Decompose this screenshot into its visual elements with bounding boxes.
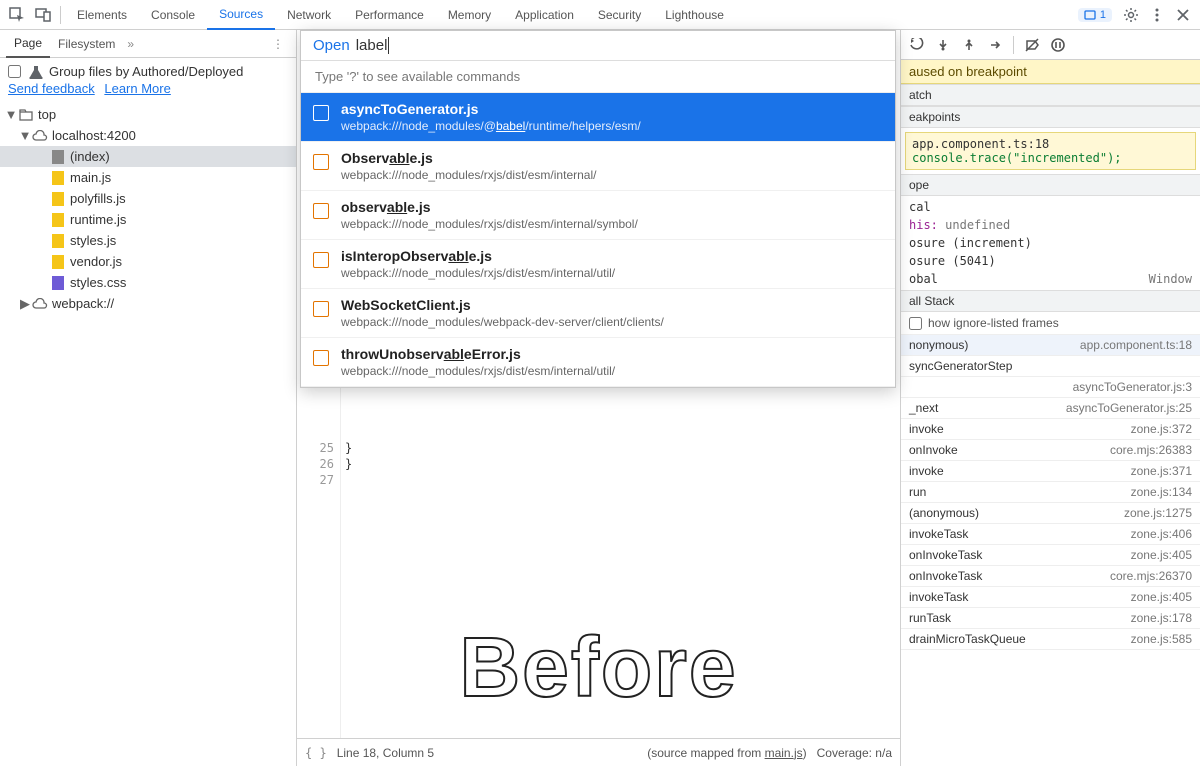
authored-label: Group files by Authored/Deployed xyxy=(49,64,243,79)
file-icon xyxy=(313,203,329,219)
callstack-frame[interactable]: runTaskzone.js:178 xyxy=(901,608,1200,629)
status-bar: { } Line 18, Column 5 (source mapped fro… xyxy=(297,738,900,766)
deactivate-breakpoints-icon[interactable] xyxy=(1020,33,1044,57)
tree-node[interactable]: ▶webpack:// xyxy=(0,293,296,314)
file-icon xyxy=(313,154,329,170)
devtools-top-toolbar: ElementsConsoleSourcesNetworkPerformance… xyxy=(0,0,1200,30)
callstack-frame[interactable]: drainMicroTaskQueuezone.js:585 xyxy=(901,629,1200,650)
tree-node[interactable]: polyfills.js xyxy=(0,188,296,209)
tree-node[interactable]: (index) xyxy=(0,146,296,167)
file-tree: ▼top▼localhost:4200(index)main.jspolyfil… xyxy=(0,102,296,316)
navigator-pane: Page Filesystem » ⋮ Group files by Autho… xyxy=(0,30,297,766)
learn-more-link[interactable]: Learn More xyxy=(104,81,170,96)
send-feedback-link[interactable]: Send feedback xyxy=(8,81,95,96)
file-icon xyxy=(313,252,329,268)
watermark-text: Before xyxy=(459,619,737,716)
tab-security[interactable]: Security xyxy=(586,0,653,30)
callstack-frame[interactable]: syncGeneratorStep xyxy=(901,356,1200,377)
scope-local: cal his: undefined osure (increment) osu… xyxy=(901,196,1200,290)
pretty-print-icon[interactable]: { } xyxy=(305,746,327,760)
open-file-palette: Open label Type '?' to see available com… xyxy=(300,30,896,388)
debugger-toolbar xyxy=(901,30,1200,60)
callstack-section[interactable]: all Stack xyxy=(901,290,1200,312)
pause-exceptions-icon[interactable] xyxy=(1046,33,1070,57)
palette-item[interactable]: isInteropObservable.jswebpack:///node_mo… xyxy=(301,240,895,289)
callstack-frame[interactable]: onInvokeTaskcore.mjs:26370 xyxy=(901,566,1200,587)
tree-node[interactable]: ▼top xyxy=(0,104,296,125)
step-over-icon[interactable] xyxy=(931,33,955,57)
palette-item[interactable]: throwUnobservableError.jswebpack:///node… xyxy=(301,338,895,387)
ignore-listed-toggle[interactable]: how ignore-listed frames xyxy=(901,312,1200,335)
navigator-menu-icon[interactable]: ⋮ xyxy=(266,37,290,51)
callstack-frame[interactable]: runzone.js:134 xyxy=(901,482,1200,503)
device-toggle-icon[interactable] xyxy=(30,2,56,28)
tree-node[interactable]: ▼localhost:4200 xyxy=(0,125,296,146)
tab-lighthouse[interactable]: Lighthouse xyxy=(653,0,736,30)
palette-results: asyncToGenerator.jswebpack:///node_modul… xyxy=(301,93,895,387)
step-out-icon[interactable] xyxy=(983,33,1007,57)
tab-performance[interactable]: Performance xyxy=(343,0,436,30)
palette-item[interactable]: observable.jswebpack:///node_modules/rxj… xyxy=(301,191,895,240)
settings-icon[interactable] xyxy=(1118,2,1144,28)
paused-banner: aused on breakpoint xyxy=(901,60,1200,84)
callstack-frame[interactable]: onInvokecore.mjs:26383 xyxy=(901,440,1200,461)
breakpoint-file: app.component.ts:18 xyxy=(912,137,1189,151)
breakpoints-section[interactable]: eakpoints xyxy=(901,106,1200,128)
callstack-frame[interactable]: onInvokeTaskzone.js:405 xyxy=(901,545,1200,566)
cursor-position: Line 18, Column 5 xyxy=(337,746,434,760)
coverage-info: Coverage: n/a xyxy=(817,746,892,760)
callstack-list: nonymous)app.component.ts:18syncGenerato… xyxy=(901,335,1200,650)
callstack-frame[interactable]: _nextasyncToGenerator.js:25 xyxy=(901,398,1200,419)
file-icon xyxy=(313,301,329,317)
palette-mode-label: Open xyxy=(313,37,350,54)
source-map-info: (source mapped from main.js) xyxy=(647,746,806,760)
file-icon xyxy=(313,350,329,366)
step-into-icon[interactable] xyxy=(957,33,981,57)
palette-query: label xyxy=(356,37,390,54)
filesystem-tab[interactable]: Filesystem xyxy=(50,30,123,58)
callstack-frame[interactable]: invokeTaskzone.js:406 xyxy=(901,524,1200,545)
callstack-frame[interactable]: invokezone.js:372 xyxy=(901,419,1200,440)
palette-hint: Type '?' to see available commands xyxy=(301,61,895,93)
tab-elements[interactable]: Elements xyxy=(65,0,139,30)
issues-badge[interactable]: 1 xyxy=(1078,8,1112,22)
tree-node[interactable]: main.js xyxy=(0,167,296,188)
tree-node[interactable]: styles.css xyxy=(0,272,296,293)
tab-network[interactable]: Network xyxy=(275,0,343,30)
tab-console[interactable]: Console xyxy=(139,0,207,30)
scope-section[interactable]: ope xyxy=(901,174,1200,196)
palette-item[interactable]: Observable.jswebpack:///node_modules/rxj… xyxy=(301,142,895,191)
authored-toggle[interactable]: Group files by Authored/Deployed xyxy=(0,58,296,81)
separator xyxy=(60,6,61,24)
callstack-frame[interactable]: asyncToGenerator.js:3 xyxy=(901,377,1200,398)
breakpoint-code: console.trace("incremented"); xyxy=(912,151,1189,165)
callstack-frame[interactable]: nonymous)app.component.ts:18 xyxy=(901,335,1200,356)
breakpoint-entry[interactable]: app.component.ts:18 console.trace("incre… xyxy=(905,132,1196,170)
page-tab[interactable]: Page xyxy=(6,30,50,58)
tree-node[interactable]: vendor.js xyxy=(0,251,296,272)
kebab-menu-icon[interactable] xyxy=(1144,2,1170,28)
callstack-frame[interactable]: (anonymous)zone.js:1275 xyxy=(901,503,1200,524)
callstack-frame[interactable]: invokezone.js:371 xyxy=(901,461,1200,482)
ignore-checkbox[interactable] xyxy=(909,317,922,330)
palette-item[interactable]: WebSocketClient.jswebpack:///node_module… xyxy=(301,289,895,338)
file-icon xyxy=(313,105,329,121)
tab-sources[interactable]: Sources xyxy=(207,0,275,30)
more-tabs-icon[interactable]: » xyxy=(127,37,134,51)
callstack-frame[interactable]: invokeTaskzone.js:405 xyxy=(901,587,1200,608)
close-icon[interactable] xyxy=(1170,2,1196,28)
authored-checkbox[interactable] xyxy=(8,65,21,78)
watch-section[interactable]: atch xyxy=(901,84,1200,106)
flask-icon xyxy=(29,65,43,79)
tree-node[interactable]: runtime.js xyxy=(0,209,296,230)
palette-item[interactable]: asyncToGenerator.jswebpack:///node_modul… xyxy=(301,93,895,142)
tree-node[interactable]: styles.js xyxy=(0,230,296,251)
palette-search[interactable]: Open label xyxy=(301,31,895,61)
debugger-pane: aused on breakpoint atch eakpoints app.c… xyxy=(900,30,1200,766)
tab-application[interactable]: Application xyxy=(503,0,586,30)
resume-icon[interactable] xyxy=(905,33,929,57)
tab-memory[interactable]: Memory xyxy=(436,0,503,30)
inspect-icon[interactable] xyxy=(4,2,30,28)
